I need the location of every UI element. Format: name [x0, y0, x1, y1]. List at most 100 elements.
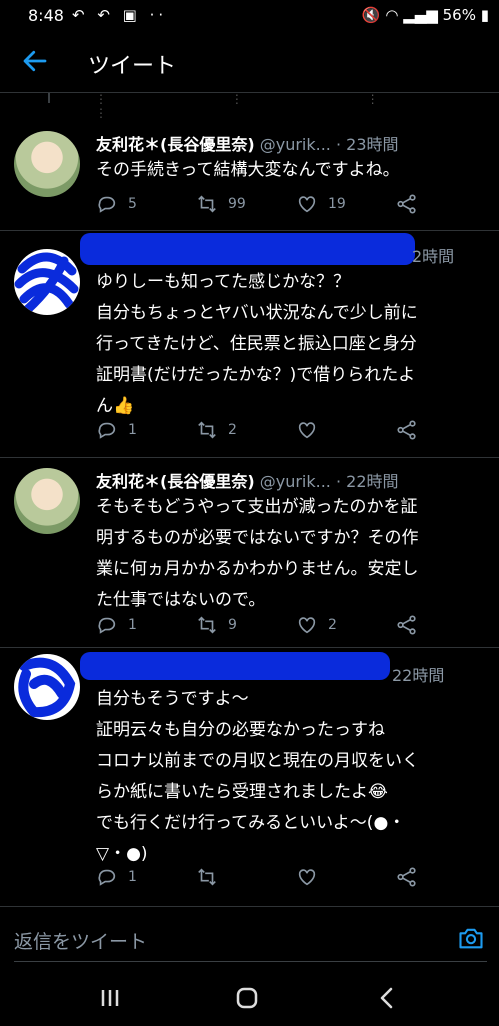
- input-underline: [14, 961, 487, 962]
- tweet-line: ゆりしーも知ってた感じかな？？: [96, 272, 351, 292]
- redaction-bar: [80, 233, 415, 265]
- retweet-button[interactable]: 99: [196, 193, 246, 215]
- previous-tweet-actions-stub: ⋮ ⋮ ⋮ ⋮: [95, 92, 439, 120]
- tweet-line: 行ってきたけど、住民票と振込口座と身分: [96, 334, 417, 354]
- page-title: ツイート: [88, 54, 177, 79]
- like-button[interactable]: 2: [296, 614, 337, 636]
- tweet-line: そもそもどうやって支出が減ったのかを証: [96, 497, 418, 517]
- like-count: 2: [328, 617, 337, 633]
- tweet[interactable]: 友利花＊(長谷優里奈) @yurik... · 22時間 そもそもどうやって支出…: [0, 458, 499, 648]
- tweet[interactable]: 22時間 自分もそうですよ～ 証明云々も自分の必要なかったっすね コロナ以前まで…: [0, 648, 499, 905]
- scribble-redaction: [14, 252, 79, 314]
- heart-icon: [298, 422, 316, 439]
- system-nav-bar: [0, 966, 499, 1026]
- retweet-icon: [198, 616, 216, 634]
- avatar[interactable]: [14, 468, 80, 534]
- tweet-line: 明するものが必要ではないですか？その作: [96, 528, 419, 548]
- reply-compose-bar: 返信をツイート: [0, 906, 499, 967]
- avatar[interactable]: [14, 249, 80, 315]
- tweet-line: 証明云々も自分の必要なかったっすね: [96, 720, 385, 740]
- redaction-bar: [80, 652, 390, 680]
- system-icons: 🔇 ◠ ▂▄▆ 56% ▮: [362, 6, 489, 24]
- reply-count: 5: [128, 196, 137, 212]
- retweet-count: 2: [228, 422, 237, 438]
- scribble-redaction: [18, 657, 76, 718]
- tweet-line: その手続きって結構大変なんですよね。: [96, 160, 400, 180]
- reply-button[interactable]: 1: [96, 866, 137, 888]
- heart-icon: [298, 196, 316, 213]
- battery-level: 56%: [442, 6, 476, 24]
- reply-icon: [98, 617, 116, 634]
- tweet[interactable]: 友利花＊(長谷優里奈) @yurik... · 23時間 その手続きって結構大変…: [0, 103, 499, 231]
- retweet-icon: [198, 421, 216, 439]
- thread-connector: [48, 93, 50, 103]
- share-icon: [397, 867, 416, 887]
- share-icon: [397, 615, 416, 635]
- reply-icon: [98, 869, 116, 886]
- home-icon[interactable]: [232, 984, 262, 1012]
- tweet-header: 2時間: [412, 243, 454, 267]
- reply-icon: [98, 196, 116, 213]
- retweet-count: 99: [228, 196, 246, 212]
- tweet-time: 22時間: [392, 666, 445, 685]
- tweet-line: らか紙に書いたら受理されましたよ😂: [96, 782, 388, 802]
- tweet-time: · 23時間: [335, 135, 399, 154]
- reply-count: 1: [128, 869, 137, 885]
- tweet-time: 2時間: [412, 247, 455, 266]
- app-bar: ツイート: [0, 34, 499, 93]
- retweet-button[interactable]: 2: [196, 419, 237, 441]
- tweet[interactable]: 2時間 ゆりしーも知ってた感じかな？？ 自分もちょっとヤバい状況なんで少し前に …: [0, 231, 499, 458]
- retweet-button[interactable]: 9: [196, 614, 237, 636]
- tweet-text: そもそもどうやって支出が減ったのかを証 明するものが必要ではないですか？その作 …: [96, 492, 488, 616]
- tweet-text: 自分もそうですよ～ 証明云々も自分の必要なかったっすね コロナ以前までの月収と現…: [96, 684, 488, 870]
- tweet-line: た仕事ではないので。: [96, 590, 266, 610]
- retweet-icon: [198, 195, 216, 213]
- author-handle: @yurik...: [259, 135, 331, 154]
- share-button[interactable]: [396, 866, 418, 888]
- tweet-line: 証明書(だけだったかな？)で借りられたよ: [96, 365, 416, 385]
- clock: 8:48: [28, 6, 64, 25]
- tweet-line: 自分もちょっとヤバい状況なんで少し前に: [96, 303, 418, 323]
- tweet-header: 22時間: [392, 662, 444, 686]
- like-button[interactable]: 19: [296, 193, 346, 215]
- heart-icon: [298, 869, 316, 886]
- status-bar: 8:48 ↶ ↶ ▣ ·· 🔇 ◠ ▂▄▆ 56% ▮: [0, 0, 499, 32]
- avatar[interactable]: [14, 131, 80, 197]
- back-icon[interactable]: [372, 984, 402, 1012]
- recent-apps-icon[interactable]: [95, 984, 125, 1012]
- tweet-header: 友利花＊(長谷優里奈) @yurik... · 22時間: [96, 468, 399, 492]
- heart-icon: [298, 617, 316, 634]
- wifi-icon: ◠: [385, 6, 399, 24]
- tweet-line: 業に何ヵ月かかるかわかりません。安定し: [96, 559, 419, 579]
- share-button[interactable]: [396, 614, 418, 636]
- tweet-actions: 1 2: [96, 419, 476, 443]
- like-button[interactable]: [296, 866, 328, 888]
- like-button[interactable]: [296, 419, 328, 441]
- reply-icon: [98, 422, 116, 439]
- mute-icon: 🔇: [361, 6, 381, 24]
- camera-icon[interactable]: [457, 924, 485, 952]
- tweet-text: ゆりしーも知ってた感じかな？？ 自分もちょっとヤバい状況なんで少し前に 行ってき…: [96, 267, 488, 422]
- notification-icons: ↶ ↶ ▣ ··: [72, 6, 168, 24]
- share-icon: [397, 194, 416, 214]
- signal-icon: ▂▄▆: [403, 6, 438, 24]
- battery-icon: ▮: [480, 6, 489, 24]
- reply-input[interactable]: 返信をツイート: [14, 927, 147, 954]
- retweet-count: 9: [228, 617, 237, 633]
- tweet-line: 自分もそうですよ～: [96, 689, 249, 709]
- share-button[interactable]: [396, 419, 418, 441]
- share-button[interactable]: [396, 193, 418, 215]
- author-name[interactable]: 友利花＊(長谷優里奈): [96, 472, 255, 491]
- author-name[interactable]: 友利花＊(長谷優里奈): [96, 135, 255, 154]
- avatar[interactable]: [14, 654, 80, 720]
- reply-button[interactable]: 1: [96, 614, 137, 636]
- reply-count: 1: [128, 617, 137, 633]
- reply-button[interactable]: 5: [96, 193, 137, 215]
- back-arrow-icon[interactable]: [20, 46, 50, 76]
- retweet-button[interactable]: [196, 866, 228, 888]
- reply-button[interactable]: 1: [96, 419, 137, 441]
- share-icon: [397, 420, 416, 440]
- like-count: 19: [328, 196, 346, 212]
- tweet-time: · 22時間: [335, 472, 399, 491]
- tweet-line: でも行くだけ行ってみるといいよ～(●・: [96, 813, 406, 833]
